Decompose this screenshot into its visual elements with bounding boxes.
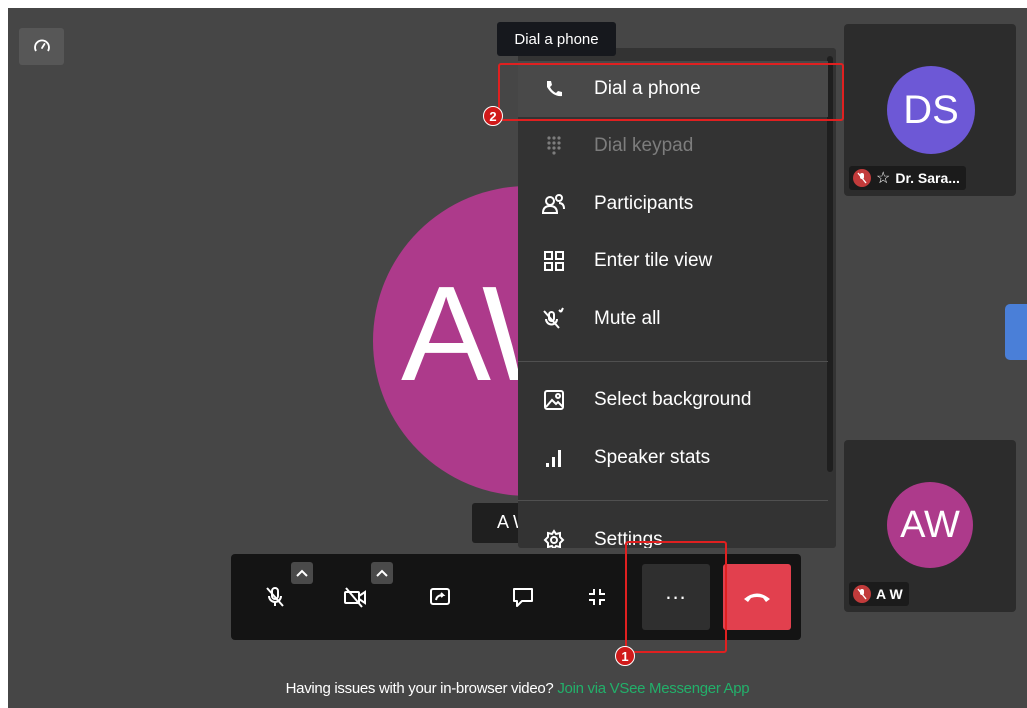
settings-icon xyxy=(542,528,566,548)
footer-help: Having issues with your in-browser video… xyxy=(8,680,1027,697)
footer-text: Having issues with your in-browser video… xyxy=(285,680,554,697)
annotation-marker: 2 xyxy=(483,106,503,126)
star-icon: ☆ xyxy=(876,170,891,187)
mute-all-icon xyxy=(542,307,566,331)
mic-muted-icon xyxy=(853,169,871,187)
video-call-stage: AW A W DS ☆ Dr. Sara... AW A W ... Dial … xyxy=(8,8,1027,708)
exit-fullscreen-button[interactable] xyxy=(563,564,631,630)
participant-avatar: AW xyxy=(887,482,973,568)
chevron-up-icon xyxy=(376,569,388,577)
menu-item-dial-keypad[interactable]: Dial keypad xyxy=(518,118,828,174)
participant-label: ☆ Dr. Sara... xyxy=(849,166,966,190)
annotation-highlight-dial-phone xyxy=(498,63,844,121)
menu-item-participants[interactable]: Participants xyxy=(518,176,828,232)
more-options-menu: Dial a phone Dial keypad Participants En… xyxy=(518,48,836,548)
participant-tile[interactable]: DS ☆ Dr. Sara... xyxy=(844,24,1016,196)
background-icon xyxy=(542,388,566,412)
tile-view-icon xyxy=(542,249,566,273)
participant-name: Dr. Sara... xyxy=(895,170,960,186)
menu-divider xyxy=(518,361,828,362)
participant-name: A W xyxy=(876,586,903,602)
mic-options-caret[interactable] xyxy=(291,562,313,584)
camera-options-caret[interactable] xyxy=(371,562,393,584)
menu-item-tile-view[interactable]: Enter tile view xyxy=(518,233,828,289)
mic-off-icon xyxy=(266,587,284,607)
messenger-app-link[interactable]: Join via VSee Messenger App xyxy=(557,680,749,697)
menu-divider xyxy=(518,500,828,501)
participants-icon xyxy=(542,192,566,216)
participant-label: A W xyxy=(849,582,909,606)
keypad-icon xyxy=(542,134,566,158)
screen-share-icon xyxy=(430,588,450,605)
menu-item-label: Select background xyxy=(594,389,752,410)
side-panel-tab[interactable] xyxy=(1005,304,1027,360)
tooltip: Dial a phone xyxy=(497,22,616,56)
menu-item-select-background[interactable]: Select background xyxy=(518,372,828,428)
mic-muted-icon xyxy=(853,585,871,603)
menu-item-speaker-stats[interactable]: Speaker stats xyxy=(518,430,828,486)
menu-item-label: Speaker stats xyxy=(594,447,711,468)
hangup-icon xyxy=(744,593,770,602)
participant-tile[interactable]: AW A W xyxy=(844,440,1016,612)
connection-stats-button[interactable] xyxy=(19,28,64,65)
menu-item-label: Mute all xyxy=(594,308,661,329)
menu-item-label: Participants xyxy=(594,193,694,214)
menu-item-label: Enter tile view xyxy=(594,250,713,271)
annotation-marker: 1 xyxy=(615,646,635,666)
annotation-highlight-more-options xyxy=(625,541,727,653)
chat-button[interactable] xyxy=(489,564,557,630)
stats-icon xyxy=(542,446,566,470)
gauge-icon xyxy=(33,39,50,51)
chat-icon xyxy=(513,588,533,607)
participant-avatar: DS xyxy=(887,66,975,154)
menu-item-label: Dial keypad xyxy=(594,135,694,156)
share-screen-button[interactable] xyxy=(406,564,474,630)
menu-item-mute-all[interactable]: Mute all xyxy=(518,291,828,347)
hangup-button[interactable] xyxy=(723,564,791,630)
camera-off-icon xyxy=(344,587,366,608)
exit-fullscreen-icon xyxy=(589,589,605,605)
chevron-up-icon xyxy=(296,569,308,577)
